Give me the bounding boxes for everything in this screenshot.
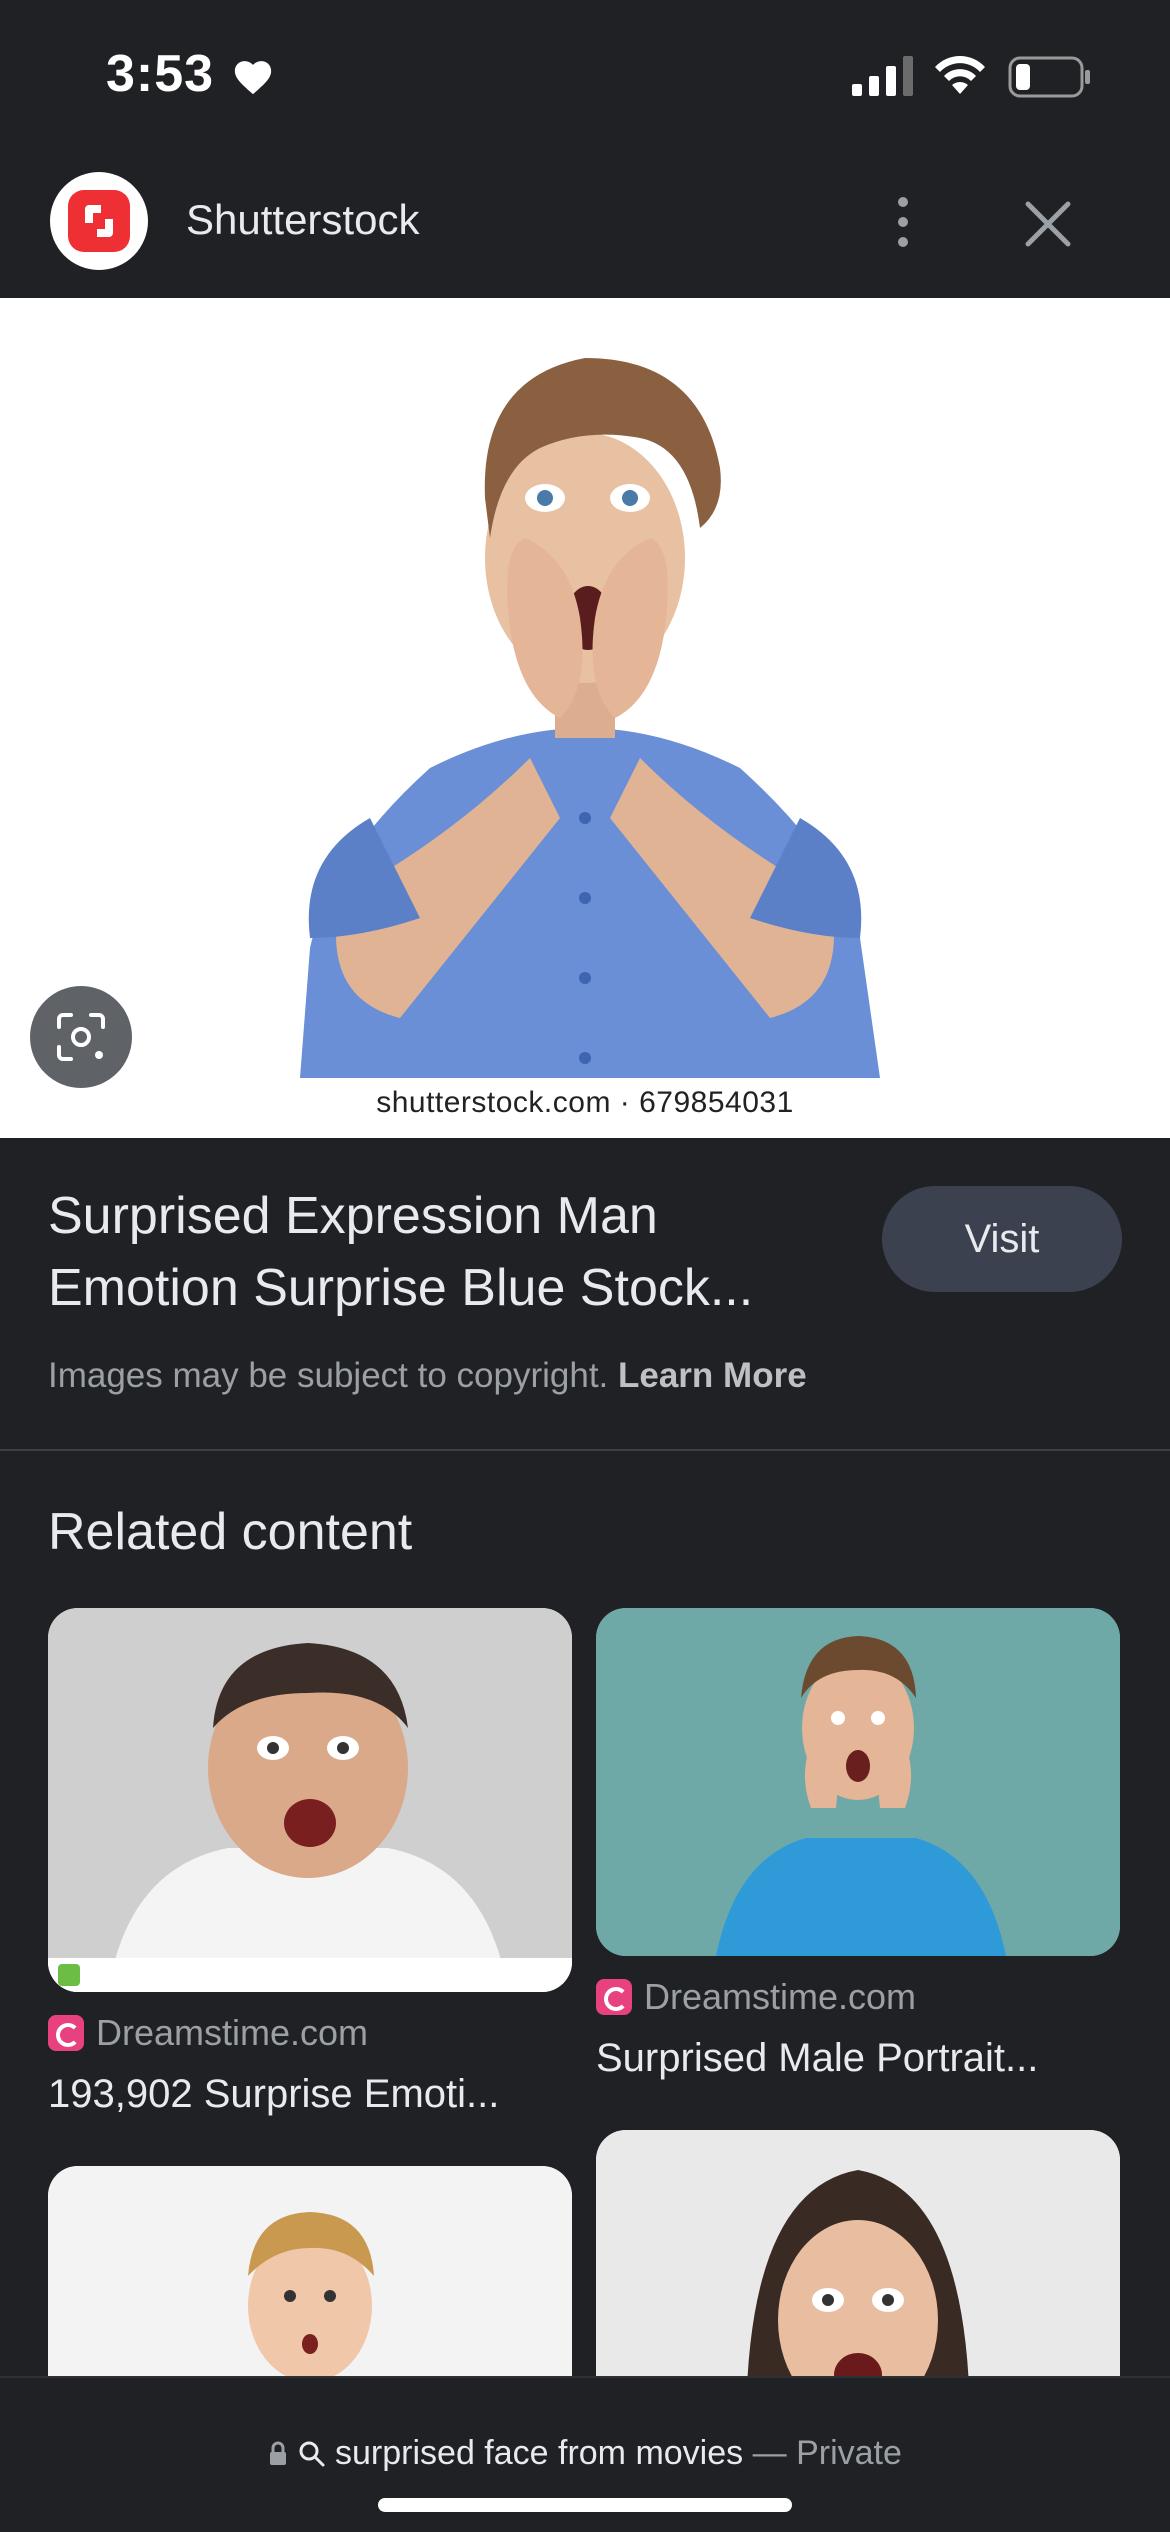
related-source: Dreamstime.com xyxy=(644,1976,917,2017)
wifi-icon xyxy=(935,56,985,94)
related-caption[interactable]: 193,902 Surprise Emoti... xyxy=(48,2072,499,2117)
section-divider xyxy=(0,1449,1170,1451)
private-mode-label: Private xyxy=(796,2434,902,2472)
shutterstock-logo[interactable] xyxy=(50,172,148,270)
related-source-row[interactable]: Dreamstime.com xyxy=(596,1976,916,2018)
search-icon xyxy=(299,2441,325,2467)
result-title-line1: Surprised Expression Man xyxy=(48,1187,658,1245)
result-title[interactable]: Surprised Expression Man Emotion Surpris… xyxy=(48,1180,828,1324)
bottom-address-bar: surprised face from movies — Private xyxy=(0,2376,1170,2532)
home-indicator[interactable] xyxy=(378,2498,792,2512)
preview-photo xyxy=(0,298,1170,1078)
related-photo-1 xyxy=(48,1608,572,1992)
site-name[interactable]: Shutterstock xyxy=(186,196,419,244)
image-watermark: shutterstock.com · 679854031 xyxy=(376,1086,794,1119)
query-separator: — xyxy=(743,2434,797,2472)
heart-icon xyxy=(234,61,272,95)
close-icon[interactable] xyxy=(1020,196,1076,252)
related-caption[interactable]: Surprised Male Portrait... xyxy=(596,2036,1038,2081)
related-source: Dreamstime.com xyxy=(96,2012,369,2053)
shutterstock-logo-mark xyxy=(68,190,130,252)
status-bar: 3:53 xyxy=(0,0,1170,150)
search-query-row[interactable]: surprised face from movies — Private xyxy=(0,2434,1170,2473)
viewer-header: Shutterstock xyxy=(0,150,1170,298)
lens-icon xyxy=(57,1013,105,1061)
dreamstime-icon xyxy=(596,1979,632,2015)
related-content-heading: Related content xyxy=(48,1503,413,1561)
result-title-line2: Emotion Surprise Blue Stock... xyxy=(48,1259,754,1317)
signal-icon xyxy=(852,56,913,96)
more-vert-icon[interactable] xyxy=(880,192,926,252)
dreamstime-icon xyxy=(48,2015,84,2051)
copyright-notice: Images may be subject to copyright. Lear… xyxy=(48,1356,807,1396)
related-card-image[interactable] xyxy=(596,1608,1120,1956)
related-card-image[interactable] xyxy=(48,1608,572,1992)
search-query: surprised face from movies xyxy=(335,2434,744,2472)
status-time: 3:53 xyxy=(106,45,215,103)
related-source-row[interactable]: Dreamstime.com xyxy=(48,2012,368,2054)
battery-icon xyxy=(1008,56,1090,98)
lens-button[interactable] xyxy=(30,986,132,1088)
visit-button[interactable]: Visit xyxy=(882,1186,1122,1292)
learn-more-link[interactable]: Learn More xyxy=(618,1356,807,1395)
copyright-text: Images may be subject to copyright. xyxy=(48,1356,618,1395)
related-photo-2 xyxy=(596,1608,1120,1956)
lock-icon xyxy=(270,2441,287,2465)
image-preview[interactable]: shutterstock.com · 679854031 xyxy=(0,298,1170,1138)
